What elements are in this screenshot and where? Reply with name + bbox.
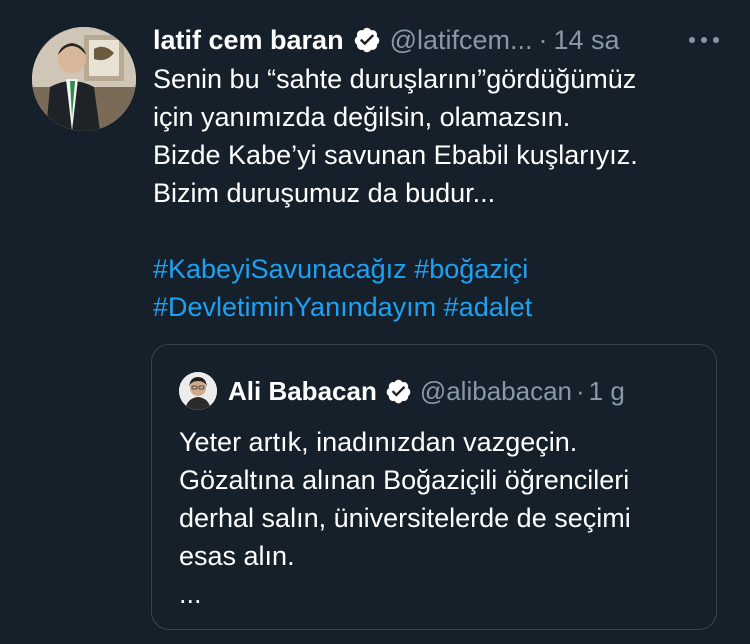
quoted-author-display-name: Ali Babacan <box>228 375 377 406</box>
quoted-tweet-header: Ali Babacan @alibabacan · 1 g <box>228 371 625 411</box>
quoted-text-line: Gözaltına alınan Boğaziçili öğrencileri <box>179 465 630 495</box>
more-horizontal-icon[interactable] <box>684 26 724 54</box>
header-separator: · <box>538 24 548 55</box>
author-display-name[interactable]: latif cem baran <box>153 25 344 56</box>
author-avatar[interactable] <box>32 27 136 131</box>
hashtag-link[interactable]: #boğaziçi <box>414 254 528 284</box>
hashtag-line: #DevletiminYanındayım #adalet <box>153 288 733 326</box>
quoted-text-line: esas alın. <box>179 541 295 571</box>
tweet[interactable]: latif cem baran @latifcem... · 14 sa Sen… <box>0 0 750 644</box>
tweet-text-line: Senin bu “sahte duruşlarını”gördüğümüz <box>153 64 637 94</box>
tweet-text: Senin bu “sahte duruşlarını”gördüğümüz i… <box>153 60 733 212</box>
tweet-timestamp[interactable]: 14 sa <box>554 25 620 56</box>
author-handle[interactable]: @latifcem... <box>390 25 533 56</box>
verified-badge-icon <box>354 27 379 53</box>
quoted-text-line: derhal salın, üniversitelerde de seçimi <box>179 503 631 533</box>
hashtag-link[interactable]: #adalet <box>444 292 533 322</box>
quoted-text-ellipsis: ... <box>179 579 202 609</box>
hashtag-link[interactable]: #DevletiminYanındayım <box>153 292 436 322</box>
quoted-tweet-timestamp: 1 g <box>588 375 625 406</box>
tweet-text-line: Bizde Kabe’yi savunan Ebabil kuşlarıyız. <box>153 140 638 170</box>
quoted-author-handle: @alibabacan <box>419 375 572 406</box>
quoted-tweet[interactable]: Ali Babacan @alibabacan · 1 g Yeter artı… <box>151 344 717 630</box>
quoted-author-avatar-image <box>179 372 217 410</box>
hashtag-link[interactable]: #KabeyiSavunacağız <box>153 254 407 284</box>
tweet-hashtags: #KabeyiSavunacağız #boğaziçi #Devletimin… <box>153 250 733 326</box>
quoted-tweet-text: Yeter artık, inadınızdan vazgeçin. Gözal… <box>179 423 699 613</box>
tweet-text-line: için yanımızda değilsin, olamazsın. <box>153 102 571 132</box>
quoted-author-avatar <box>179 372 217 410</box>
hashtag-line: #KabeyiSavunacağız #boğaziçi <box>153 250 733 288</box>
quoted-header-separator: · <box>576 375 585 406</box>
verified-badge-icon <box>386 379 411 403</box>
tweet-text-line: Bizim duruşumuz da budur... <box>153 178 496 208</box>
author-avatar-image <box>32 27 136 131</box>
quoted-text-line: Yeter artık, inadınızdan vazgeçin. <box>179 427 578 457</box>
tweet-header: latif cem baran @latifcem... · 14 sa <box>153 20 733 60</box>
